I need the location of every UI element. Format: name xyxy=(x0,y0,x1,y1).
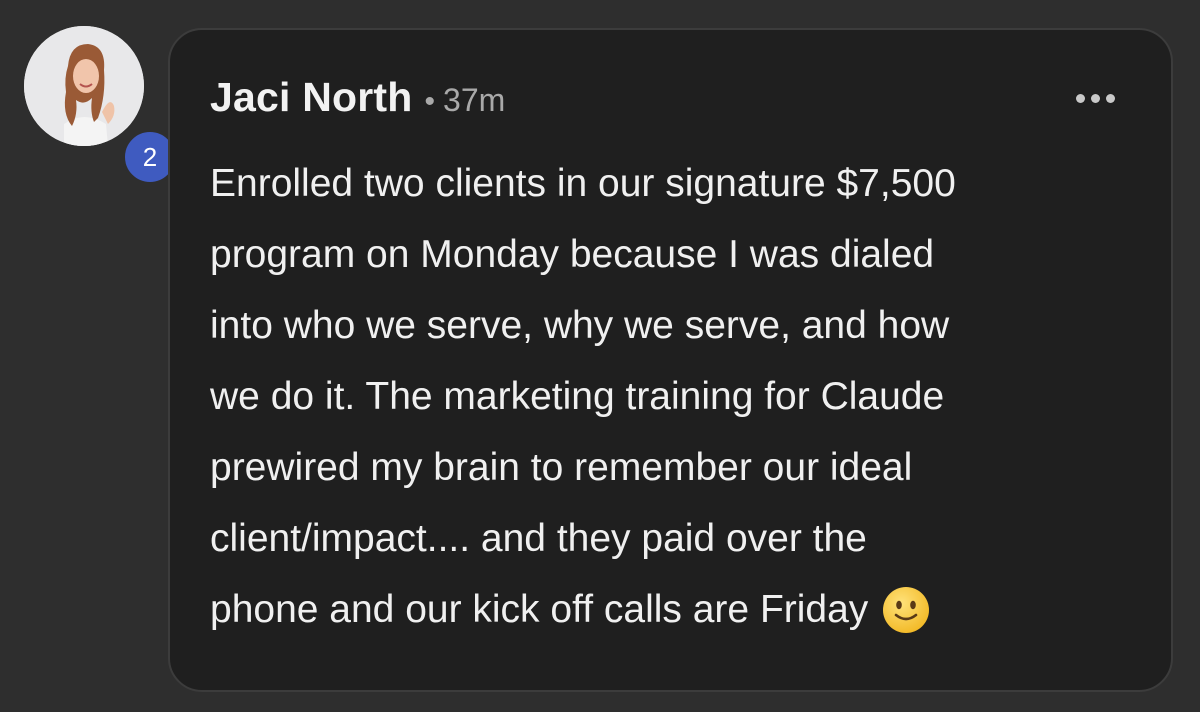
comment-header: Jaci North • 37m xyxy=(210,74,505,121)
comment-line: we do it. The marketing training for Cla… xyxy=(210,375,945,418)
comment-body: Enrolled two clients in our signature $7… xyxy=(210,148,1130,657)
timestamp[interactable]: 37m xyxy=(443,82,505,119)
separator-dot: • xyxy=(424,85,436,118)
comment-screen: 2 Jaci North • 37m Enrolled two clients … xyxy=(0,0,1200,712)
comment-line: Enrolled two clients in our signature $7… xyxy=(210,162,956,205)
slightly-smiling-face-emoji xyxy=(882,586,930,657)
comment-line-text: phone and our kick off calls are Friday xyxy=(210,588,869,631)
comment-line-last: phone and our kick off calls are Friday xyxy=(210,574,1130,657)
more-dot xyxy=(1106,94,1115,103)
more-dot xyxy=(1091,94,1100,103)
comment-line: into who we serve, why we serve, and how xyxy=(210,304,950,347)
comment-line: program on Monday because I was dialed xyxy=(210,233,935,276)
avatar-photo xyxy=(24,26,144,146)
comment-bubble: Jaci North • 37m Enrolled two clients in… xyxy=(168,28,1173,692)
comment-line: prewired my brain to remember our ideal xyxy=(210,446,913,489)
author-name[interactable]: Jaci North xyxy=(210,74,413,121)
avatar-container[interactable]: 2 xyxy=(24,26,178,185)
avatar[interactable] xyxy=(24,26,144,146)
more-dot xyxy=(1076,94,1085,103)
more-horizontal-icon[interactable] xyxy=(1076,94,1115,103)
comment-line: client/impact.... and they paid over the xyxy=(210,517,867,560)
